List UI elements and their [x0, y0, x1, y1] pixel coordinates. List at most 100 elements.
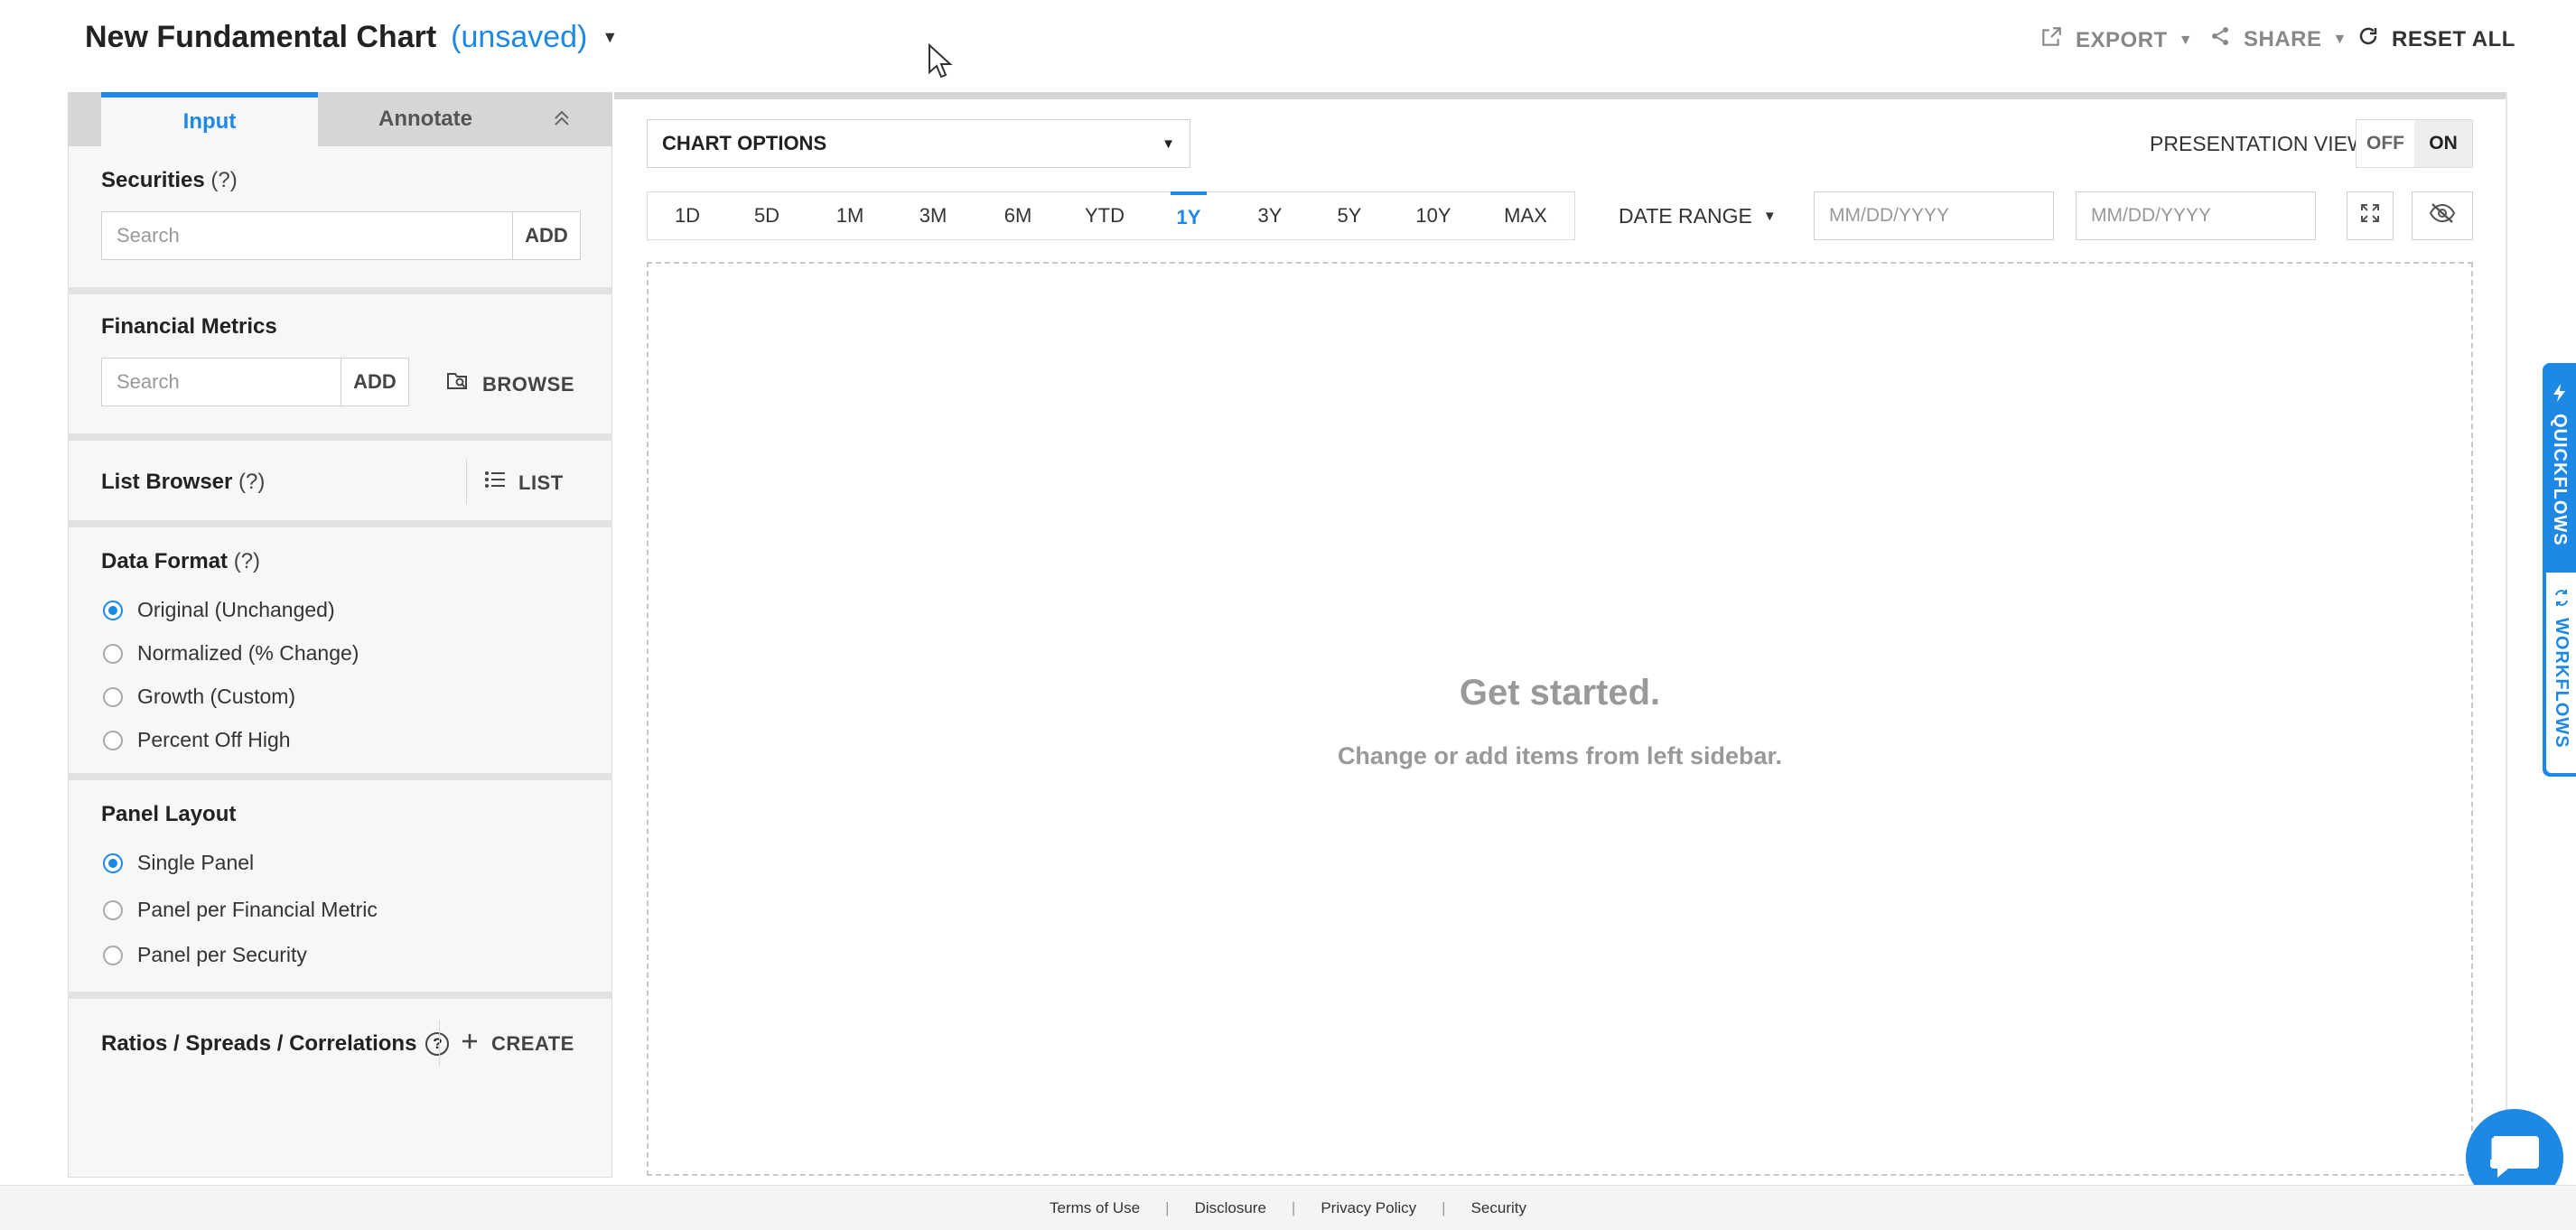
quickflows-tab[interactable]: QUICKFLOWS — [2549, 383, 2570, 546]
radio-panel-per-security[interactable]: Panel per Security — [103, 943, 307, 967]
data-format-heading: Data Format (?) — [101, 549, 260, 574]
range-3y[interactable]: 3Y — [1243, 191, 1297, 240]
workflow-icon — [2551, 589, 2571, 607]
radio-label: Growth (Custom) — [137, 685, 296, 708]
radio-normalized[interactable]: Normalized (% Change) — [103, 641, 359, 666]
panel-layout-heading: Panel Layout — [101, 802, 237, 826]
radio-single-panel[interactable]: Single Panel — [103, 851, 254, 875]
workflows-tab[interactable]: WORKFLOWS — [2551, 589, 2571, 749]
list-browser-heading: List Browser (?) — [101, 470, 265, 495]
plus-icon — [461, 1031, 479, 1057]
date-range-dropdown[interactable]: DATE RANGE ▼ — [1619, 204, 1777, 228]
radio-panel-per-financial-metric[interactable]: Panel per Financial Metric — [103, 898, 378, 922]
footer-separator: | — [1291, 1198, 1296, 1216]
lightning-icon — [2549, 383, 2570, 403]
vertical-separator — [466, 459, 467, 504]
securities-heading: Securities (?) — [101, 168, 238, 193]
radio-button[interactable] — [103, 853, 123, 873]
caret-down-icon: ▼ — [1162, 135, 1175, 152]
range-ytd[interactable]: YTD — [1077, 191, 1133, 240]
chart-options-label: CHART OPTIONS — [662, 132, 827, 154]
radio-label: Original (Unchanged) — [137, 598, 335, 621]
date-range-label: DATE RANGE — [1619, 204, 1752, 228]
range-5d[interactable]: 5D — [739, 191, 795, 240]
securities-search-input[interactable]: Search — [101, 211, 513, 260]
eye-off-icon — [2429, 202, 2456, 230]
financial-metrics-search-input[interactable]: Search — [101, 358, 341, 406]
securities-label: Securities — [101, 168, 205, 192]
radio-button[interactable] — [103, 600, 123, 620]
expand-button[interactable] — [2347, 191, 2394, 240]
range-max[interactable]: MAX — [1496, 191, 1555, 240]
browse-button[interactable]: BROWSE — [446, 370, 574, 398]
ratios-heading: Ratios / Spreads / Correlations ? — [101, 1031, 450, 1057]
share-label: SHARE — [2244, 26, 2322, 51]
range-3m[interactable]: 3M — [905, 191, 961, 240]
sidebar-divider — [68, 520, 612, 527]
export-caret-down-icon: ▼ — [2178, 32, 2194, 48]
presentation-view-toggle[interactable]: OFF ON — [2356, 119, 2473, 168]
radio-button[interactable] — [103, 730, 123, 750]
sidebar-divider — [68, 433, 612, 441]
share-button[interactable]: SHARE ▼ — [2209, 25, 2347, 53]
quickflows-label: QUICKFLOWS — [2550, 414, 2570, 546]
tab-input[interactable]: Input — [101, 92, 318, 146]
range-1y[interactable]: 1Y — [1171, 191, 1207, 240]
sidebar-divider — [68, 992, 612, 999]
securities-add-button[interactable]: ADD — [512, 211, 581, 260]
start-date-input[interactable]: MM/DD/YYYY — [1814, 191, 2054, 240]
range-1d[interactable]: 1D — [659, 191, 715, 240]
mouse-pointer-icon — [929, 43, 953, 79]
footer-separator: | — [1442, 1198, 1446, 1216]
tab-annotate[interactable]: Annotate — [318, 92, 533, 146]
collapse-chevrons-up-icon[interactable] — [551, 107, 573, 134]
footer-link-terms[interactable]: Terms of Use — [1050, 1199, 1140, 1217]
end-date-input[interactable]: MM/DD/YYYY — [2076, 191, 2316, 240]
range-5y[interactable]: 5Y — [1322, 191, 1377, 240]
sidebar-divider — [68, 287, 612, 294]
radio-button[interactable] — [103, 899, 123, 920]
radio-label: Single Panel — [137, 851, 255, 874]
footer-link-privacy[interactable]: Privacy Policy — [1321, 1199, 1416, 1217]
footer-separator: | — [1165, 1198, 1170, 1216]
data-format-help[interactable]: (?) — [234, 549, 260, 573]
range-1m[interactable]: 1M — [822, 191, 878, 240]
sidebar-divider — [68, 773, 612, 780]
hide-button[interactable] — [2412, 191, 2473, 240]
list-browser-help[interactable]: (?) — [238, 470, 265, 494]
financial-metrics-add-button[interactable]: ADD — [341, 358, 409, 406]
radio-button[interactable] — [103, 686, 123, 707]
chart-options-dropdown[interactable]: CHART OPTIONS ▼ — [647, 119, 1190, 168]
unsaved-status[interactable]: (unsaved) — [451, 20, 587, 55]
ratios-label: Ratios / Spreads / Correlations — [101, 1031, 417, 1056]
reset-all-button[interactable]: RESET ALL — [2357, 25, 2515, 53]
radio-label: Normalized (% Change) — [137, 641, 359, 665]
create-label: CREATE — [491, 1032, 574, 1055]
data-format-label: Data Format — [101, 549, 229, 573]
presentation-on-option[interactable]: ON — [2414, 120, 2472, 167]
create-button[interactable]: CREATE — [461, 1031, 574, 1057]
refresh-icon — [2357, 25, 2379, 53]
title-caret-down-icon[interactable]: ▼ — [602, 28, 618, 47]
presentation-view-label: PRESENTATION VIEW — [2150, 132, 2367, 155]
share-icon — [2209, 25, 2231, 53]
list-button[interactable]: LIST — [484, 470, 564, 496]
radio-percent-off-high[interactable]: Percent Off High — [103, 728, 291, 752]
ratios-help-icon[interactable]: ? — [425, 1032, 450, 1056]
radio-button[interactable] — [103, 643, 123, 664]
main-top-border — [614, 92, 2507, 99]
range-10y[interactable]: 10Y — [1404, 191, 1463, 240]
radio-growth-custom[interactable]: Growth (Custom) — [103, 685, 295, 709]
footer-link-security[interactable]: Security — [1471, 1199, 1526, 1217]
radio-label: Panel per Financial Metric — [137, 898, 378, 921]
export-button[interactable]: EXPORT ▼ — [2039, 25, 2193, 55]
financial-metrics-heading: Financial Metrics — [101, 314, 277, 339]
footer-link-disclosure[interactable]: Disclosure — [1195, 1199, 1266, 1217]
range-6m[interactable]: 6M — [990, 191, 1046, 240]
securities-help[interactable]: (?) — [210, 168, 237, 192]
radio-button[interactable] — [103, 945, 123, 965]
presentation-off-option[interactable]: OFF — [2357, 120, 2414, 167]
list-label: LIST — [518, 471, 564, 494]
radio-original-unchanged[interactable]: Original (Unchanged) — [103, 598, 335, 622]
reset-label: RESET ALL — [2392, 26, 2515, 51]
